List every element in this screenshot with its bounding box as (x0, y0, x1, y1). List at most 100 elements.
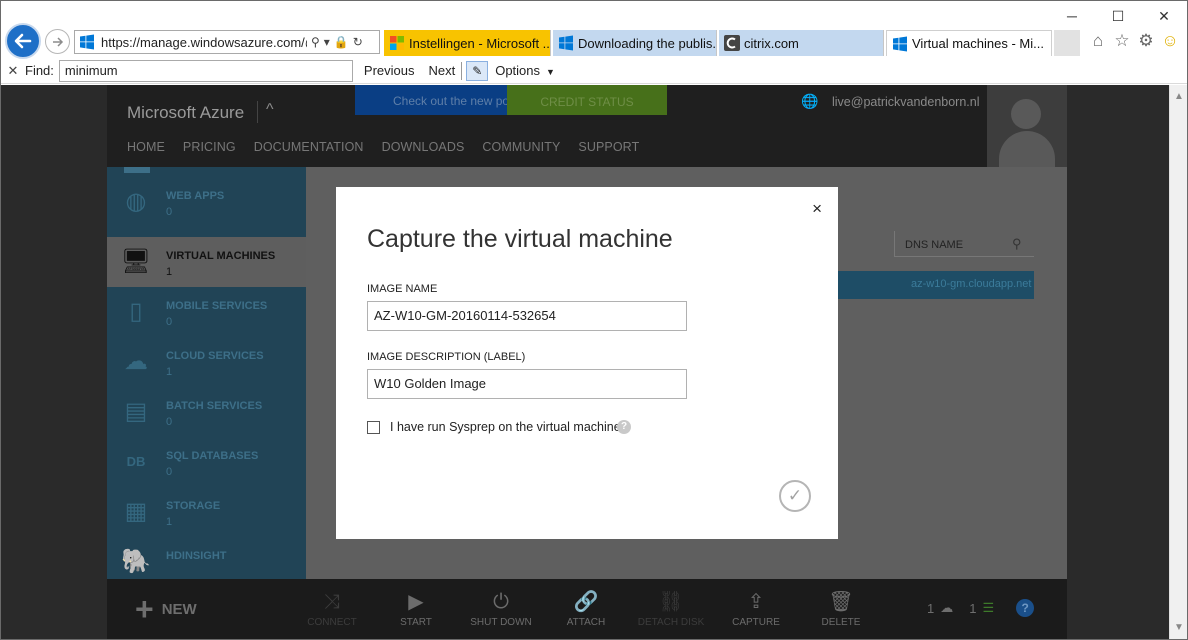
cloud-count[interactable]: 1 (927, 601, 934, 616)
nav-documentation[interactable]: DOCUMENTATION (254, 140, 364, 154)
refresh-icon[interactable]: ↻ (353, 35, 363, 49)
close-find-icon[interactable]: ✕ (1, 63, 25, 79)
sidebar-item-label: MOBILE SERVICES (166, 300, 268, 312)
close-icon[interactable]: × (812, 199, 822, 219)
page-scrollbar[interactable]: ▲ ▼ (1169, 85, 1187, 639)
new-portal-banner[interactable]: Check out the new port (355, 85, 507, 115)
find-next-button[interactable]: Next (428, 63, 455, 78)
sidebar-item-sql-databases[interactable]: DB SQL DATABASES 0 (107, 437, 306, 487)
browser-toolbar: ⌂ ☆ ⚙ ☺ (1088, 31, 1180, 51)
minimize-button[interactable]: ─ (1049, 1, 1095, 31)
scroll-up-icon[interactable]: ▲ (1174, 91, 1184, 102)
globe-icon[interactable]: 🌐 (801, 93, 818, 110)
capture-button[interactable]: ⇪ CAPTURE (721, 589, 791, 628)
forward-button[interactable] (45, 29, 70, 54)
start-button[interactable]: ▶ START (381, 589, 451, 628)
tab-virtual-machines[interactable]: Virtual machines - Mi... × (886, 30, 1052, 56)
find-options-label: Options (495, 63, 541, 78)
tab-title: Virtual machines - Mi... (912, 36, 1044, 51)
image-name-label: IMAGE NAME (367, 283, 438, 295)
lock-icon[interactable]: 🔒 (334, 35, 349, 49)
detach-disk-button[interactable]: ⛓ DETACH DISK (636, 589, 706, 628)
delete-label: DELETE (821, 617, 861, 628)
shutdown-button[interactable]: ⏻ SHUT DOWN (466, 589, 536, 628)
scroll-down-icon[interactable]: ▼ (1174, 622, 1184, 633)
nav-downloads[interactable]: DOWNLOADS (382, 140, 465, 154)
microsoft-logo-icon (390, 36, 404, 50)
sidebar-item-web-apps[interactable]: ◍ WEB APPS 0 (107, 177, 306, 227)
search-icon[interactable]: ⚲ (311, 35, 320, 49)
address-url[interactable]: https://manage.windowsazure.com/@fc (101, 35, 307, 50)
user-email[interactable]: live@patrickvandenborn.nl (832, 95, 980, 109)
browser-window: ─ ☐ ✕ https://manage.windowsazure.com/@f… (0, 0, 1188, 640)
monitor-icon: 🖥 (120, 248, 152, 275)
home-icon[interactable]: ⌂ (1088, 31, 1108, 51)
search-icon[interactable]: ⚲ (1012, 236, 1022, 252)
tab-downloading[interactable]: Downloading the publis... (553, 30, 717, 56)
tab-title: Instellingen - Microsoft ... (409, 35, 551, 51)
image-name-input[interactable]: AZ-W10-GM-20160114-532654 (367, 301, 687, 331)
maximize-button[interactable]: ☐ (1095, 1, 1141, 31)
find-options-button[interactable]: Options ▼ (495, 63, 555, 78)
sysprep-label[interactable]: I have run Sysprep on the virtual machin… (390, 420, 621, 434)
dropdown-chevron-icon[interactable]: ▾ (324, 35, 330, 49)
nav-support[interactable]: SUPPORT (578, 140, 639, 154)
status-area: 1 ☁ 1 ☰ ? (927, 599, 1035, 617)
smiley-feedback-icon[interactable]: ☺ (1160, 31, 1180, 51)
tab-citrix[interactable]: citrix.com (719, 30, 884, 56)
back-button[interactable] (5, 23, 41, 59)
nav-home[interactable]: HOME (127, 140, 165, 154)
progress-list-icon[interactable]: ☰ (982, 600, 994, 616)
new-button[interactable]: + NEW (135, 593, 197, 625)
cloud-icon[interactable]: ☁ (940, 600, 953, 616)
globe-icon: ◍ (125, 188, 147, 215)
sidebar-item-hdinsight[interactable]: 🐘 HDINSIGHT (107, 537, 306, 579)
tab-title: citrix.com (744, 35, 799, 51)
tab-instellingen[interactable]: Instellingen - Microsoft ... (384, 30, 551, 56)
settings-gear-icon[interactable]: ⚙ (1136, 31, 1156, 51)
close-window-button[interactable]: ✕ (1141, 1, 1187, 31)
window-controls: ─ ☐ ✕ (1049, 1, 1187, 31)
windows-logo-icon (893, 36, 907, 51)
address-bar[interactable]: https://manage.windowsazure.com/@fc ⚲ ▾ … (74, 30, 380, 54)
attach-button[interactable]: 🔗 ATTACH (551, 589, 621, 628)
chevron-up-icon[interactable]: ^ (257, 101, 274, 123)
image-description-label: IMAGE DESCRIPTION (LABEL) (367, 351, 526, 363)
sidebar-item-mobile-services[interactable]: ▯ MOBILE SERVICES 0 (107, 287, 306, 337)
capture-label: CAPTURE (732, 617, 780, 628)
nav-pricing[interactable]: PRICING (183, 140, 236, 154)
credit-status-banner[interactable]: CREDIT STATUS (507, 85, 667, 115)
help-icon[interactable]: ? (617, 420, 631, 434)
favorites-star-icon[interactable]: ☆ (1112, 31, 1132, 51)
connect-button[interactable]: ⤨ CONNECT (297, 589, 367, 628)
sidebar-item-batch-services[interactable]: ▤ BATCH SERVICES 0 (107, 387, 306, 437)
detach-disk-label: DETACH DISK (637, 617, 705, 628)
sidebar-item-virtual-machines[interactable]: 🖥 VIRTUAL MACHINES 1 (107, 237, 306, 287)
close-tab-icon[interactable]: × (1050, 36, 1051, 51)
all-items-icon[interactable] (124, 167, 150, 173)
help-icon[interactable]: ? (1016, 599, 1035, 617)
delete-button[interactable]: 🗑 DELETE (806, 589, 876, 628)
find-input[interactable]: minimum (58, 59, 353, 82)
confirm-button[interactable]: ✓ (779, 480, 811, 512)
sidebar-item-label: BATCH SERVICES (166, 400, 263, 412)
dns-name-cell[interactable]: az-w10-gm.cloudapp.net (911, 278, 1031, 290)
image-description-input[interactable]: W10 Golden Image (367, 369, 687, 399)
sidebar-item-cloud-services[interactable]: ☁ CLOUD SERVICES 1 (107, 337, 306, 387)
avatar[interactable] (987, 85, 1067, 167)
highlight-pencil-icon[interactable]: ✎ (466, 60, 489, 81)
sidebar-item-count: 1 (166, 366, 173, 378)
portal-brand[interactable]: Microsoft Azure (127, 103, 244, 123)
new-label: NEW (161, 600, 197, 618)
capture-icon: ⇪ (747, 591, 765, 613)
sidebar-item-count: 0 (166, 316, 173, 328)
find-previous-button[interactable]: Previous (364, 63, 415, 78)
progress-count[interactable]: 1 (969, 601, 976, 616)
sidebar-item-storage[interactable]: ▦ STORAGE 1 (107, 487, 306, 537)
new-tab-button[interactable] (1054, 30, 1080, 56)
capture-dialog: × Capture the virtual machine IMAGE NAME… (336, 187, 838, 539)
sidebar-item-label: CLOUD SERVICES (166, 350, 264, 362)
avatar-body (999, 131, 1055, 167)
nav-community[interactable]: COMMUNITY (482, 140, 560, 154)
sysprep-checkbox[interactable] (367, 421, 380, 434)
